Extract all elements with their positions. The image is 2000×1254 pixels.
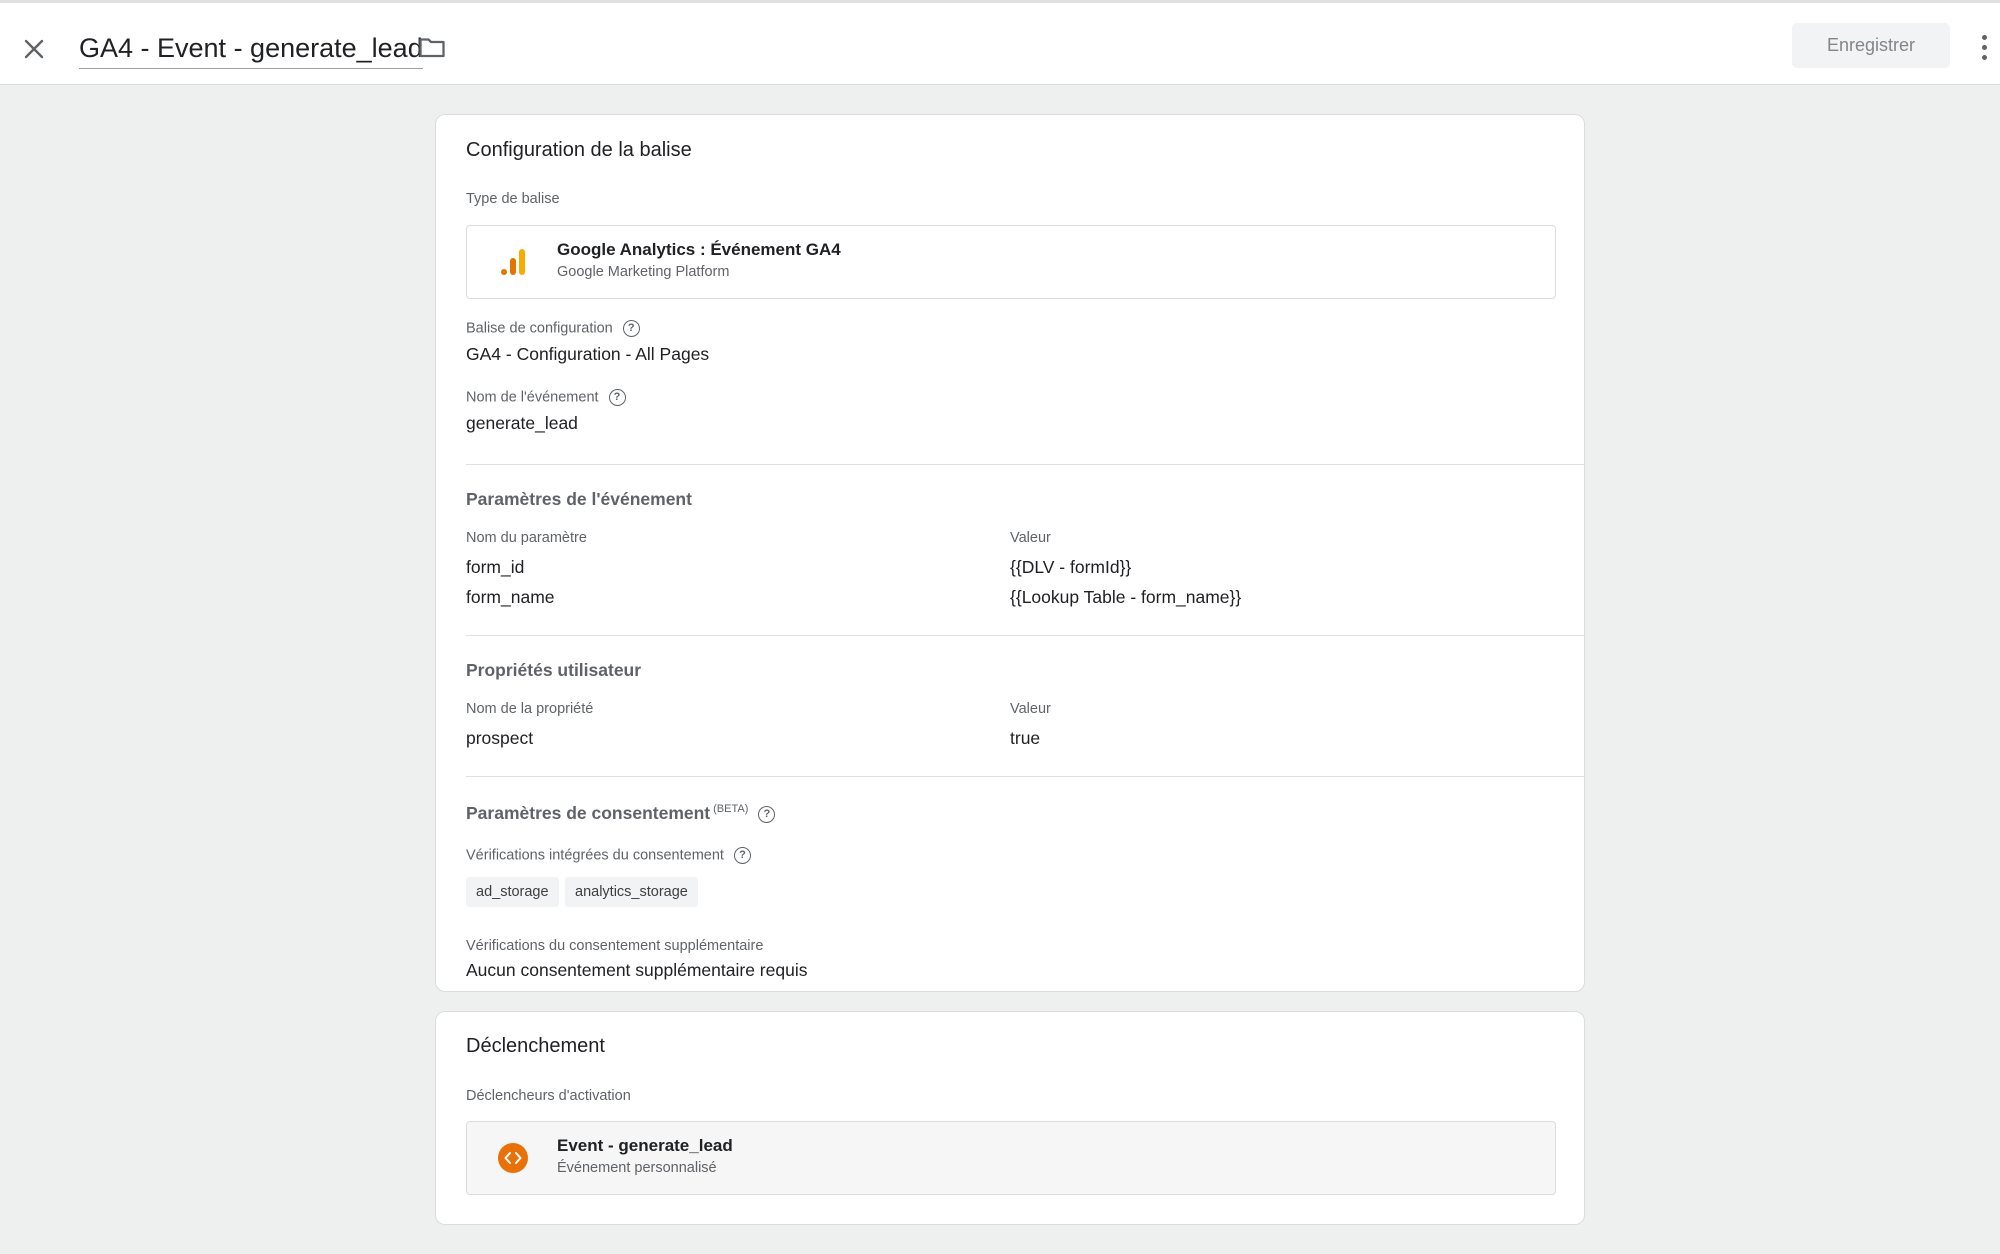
save-button[interactable]: Enregistrer	[1792, 23, 1950, 68]
help-icon[interactable]: ?	[758, 805, 776, 823]
close-icon[interactable]	[14, 29, 54, 69]
divider	[466, 776, 1584, 777]
param-value: {{DLV - formId}}	[1010, 557, 1132, 577]
folder-icon[interactable]	[416, 31, 448, 63]
editor-header: GA4 - Event - generate_lead Enregistrer	[0, 0, 2000, 85]
firing-triggers-label: Déclencheurs d'activation	[466, 1088, 631, 1104]
param-name-header: Nom du paramètre	[466, 530, 587, 546]
event-params-title: Paramètres de l'événement	[466, 489, 692, 509]
divider	[466, 635, 1584, 636]
tag-configuration-card[interactable]: Configuration de la balise Type de balis…	[435, 114, 1585, 992]
config-tag-label: Balise de configuration?	[466, 320, 640, 337]
consent-chip: ad_storage	[466, 877, 559, 907]
help-icon[interactable]: ?	[622, 320, 640, 337]
prop-value-header: Valeur	[1010, 701, 1051, 717]
custom-event-icon	[497, 1142, 529, 1174]
param-name: form_name	[466, 587, 555, 607]
tag-type-label: Type de balise	[466, 191, 560, 207]
more-options-icon[interactable]	[1970, 27, 1998, 67]
builtin-consent-label: Vérifications intégrées du consentement?	[466, 847, 751, 864]
triggering-card[interactable]: Déclenchement Déclencheurs d'activation …	[435, 1011, 1585, 1225]
consent-title: Paramètres de consentement (BETA)?	[466, 803, 776, 824]
prop-name: prospect	[466, 728, 534, 748]
card-title: Configuration de la balise	[466, 139, 692, 161]
user-props-title: Propriétés utilisateur	[466, 660, 642, 680]
trigger-name: Event - generate_lead	[557, 1136, 733, 1155]
consent-chip: analytics_storage	[565, 877, 698, 907]
tag-type-name: Google Analytics : Événement GA4	[557, 240, 841, 259]
trigger-type: Événement personnalisé	[557, 1160, 717, 1176]
tag-name-field[interactable]: GA4 - Event - generate_lead	[79, 29, 423, 69]
prop-value: true	[1010, 728, 1041, 748]
param-value: {{Lookup Table - form_name}}	[1010, 587, 1242, 607]
param-value-header: Valeur	[1010, 530, 1051, 546]
config-tag-value: GA4 - Configuration - All Pages	[466, 344, 710, 364]
help-icon[interactable]: ?	[608, 389, 626, 406]
event-name-value: generate_lead	[466, 413, 578, 433]
trigger-item[interactable]: Event - generate_lead Événement personna…	[466, 1121, 1556, 1195]
beta-badge: (BETA)	[713, 803, 749, 815]
tag-type-selector[interactable]: Google Analytics : Événement GA4 Google …	[466, 225, 1556, 299]
card-title: Déclenchement	[466, 1035, 605, 1057]
additional-consent-label: Vérifications du consentement supplément…	[466, 938, 764, 954]
param-name: form_id	[466, 557, 525, 577]
tag-type-platform: Google Marketing Platform	[557, 264, 730, 280]
help-icon[interactable]: ?	[733, 847, 751, 864]
prop-name-header: Nom de la propriété	[466, 701, 594, 717]
google-analytics-icon	[497, 246, 529, 278]
divider	[466, 464, 1584, 465]
event-name-label: Nom de l'événement?	[466, 389, 626, 406]
additional-consent-value: Aucun consentement supplémentaire requis	[466, 960, 808, 980]
